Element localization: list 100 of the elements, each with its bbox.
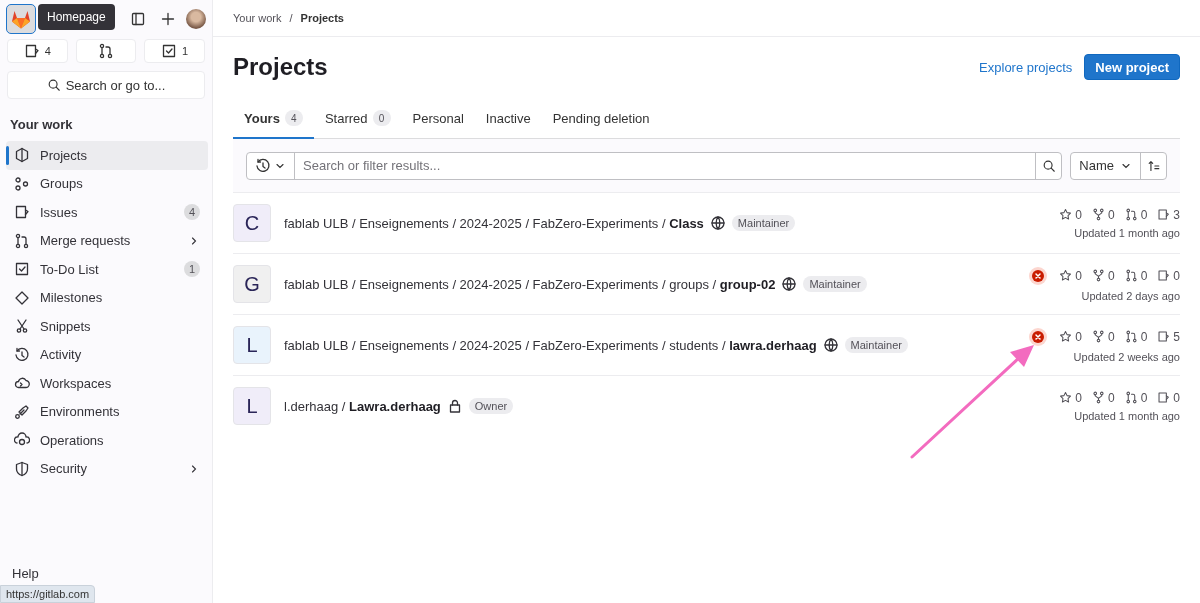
document-icon bbox=[14, 204, 30, 221]
search-icon bbox=[46, 78, 61, 92]
explore-link[interactable]: Explore projects bbox=[979, 59, 1073, 75]
merge-icon bbox=[14, 232, 30, 249]
role-badge: Maintainer bbox=[731, 215, 796, 231]
globe-icon bbox=[822, 337, 839, 353]
circles-icon bbox=[14, 175, 30, 192]
role-badge: Owner bbox=[468, 398, 514, 414]
tooltip: Homepage bbox=[38, 4, 115, 30]
breadcrumb-link[interactable]: Projects bbox=[300, 12, 344, 24]
shield-icon bbox=[14, 460, 30, 477]
stat-count[interactable]: 0 bbox=[1091, 268, 1115, 283]
tab[interactable]: Personal bbox=[401, 99, 475, 139]
globe-icon bbox=[781, 276, 798, 292]
logo-button[interactable] bbox=[6, 4, 36, 34]
pipeline-failed-icon[interactable] bbox=[1029, 266, 1048, 285]
nav-item[interactable]: Issues 4 bbox=[6, 198, 208, 227]
history-icon bbox=[14, 346, 30, 363]
count-badge: 1 bbox=[184, 261, 200, 278]
nav-item[interactable]: Workspaces bbox=[6, 369, 208, 398]
globe-icon bbox=[709, 215, 726, 231]
counter-button[interactable] bbox=[75, 39, 137, 63]
nav-item[interactable]: To-Do List 1 bbox=[6, 255, 208, 284]
stat-count[interactable]: 0 bbox=[1124, 390, 1148, 405]
stat-count[interactable]: 0 bbox=[1091, 329, 1115, 344]
fork-icon bbox=[1091, 330, 1105, 343]
section-title: Your work bbox=[9, 116, 74, 134]
updated-time: Updated 1 month ago bbox=[1074, 226, 1180, 239]
project-avatar[interactable]: C bbox=[233, 204, 271, 242]
document-icon bbox=[1157, 330, 1171, 343]
nav-item[interactable]: Projects bbox=[6, 141, 208, 170]
diamond-icon bbox=[14, 289, 30, 306]
merge-icon bbox=[98, 43, 114, 59]
history-icon bbox=[255, 157, 271, 174]
nav-item[interactable]: Snippets bbox=[6, 312, 208, 341]
tab[interactable]: Pending deletion bbox=[541, 99, 661, 139]
star-icon bbox=[1059, 269, 1073, 282]
checkbox-icon bbox=[161, 43, 178, 59]
nav-item[interactable]: Operations bbox=[6, 426, 208, 455]
role-badge: Maintainer bbox=[803, 276, 867, 292]
breadcrumb-link[interactable]: Your work bbox=[233, 12, 282, 24]
stat-count[interactable]: 0 bbox=[1059, 268, 1082, 283]
tab[interactable]: Inactive bbox=[474, 99, 542, 139]
stat-count[interactable]: 0 bbox=[1157, 268, 1180, 283]
search-button[interactable]: Search or go to... bbox=[7, 71, 205, 99]
merge-icon bbox=[1124, 330, 1138, 343]
project-avatar[interactable]: L bbox=[233, 387, 271, 425]
nav-item[interactable]: Environments bbox=[6, 397, 208, 426]
sort-ascending-icon bbox=[1146, 158, 1161, 173]
filter-input[interactable]: Search or filter results... bbox=[295, 152, 1036, 179]
help-link[interactable]: Help bbox=[12, 566, 39, 581]
nav-item[interactable]: Merge requests bbox=[6, 226, 208, 255]
stat-count[interactable]: 0 bbox=[1124, 268, 1148, 283]
fox-logo-icon bbox=[11, 9, 31, 29]
count-badge: 4 bbox=[284, 110, 303, 126]
merge-icon bbox=[1124, 269, 1138, 282]
nav-item[interactable]: Activity bbox=[6, 340, 208, 369]
stat-count[interactable]: 0 bbox=[1059, 390, 1082, 405]
project-link[interactable]: fablab ULB / Enseignements / 2024-2025 / FabZero-Experiments / students / lawra.derhaag bbox=[284, 337, 817, 353]
checkbox-icon bbox=[14, 261, 30, 278]
role-badge: Maintainer bbox=[844, 337, 908, 353]
project-avatar[interactable]: L bbox=[233, 326, 271, 364]
new-project-button[interactable]: New project bbox=[1084, 54, 1180, 80]
panel-icon bbox=[130, 11, 146, 27]
stat-count[interactable]: 0 bbox=[1059, 207, 1082, 222]
stat-count[interactable]: 3 bbox=[1157, 207, 1180, 222]
stat-count[interactable]: 0 bbox=[1059, 329, 1082, 344]
document-icon bbox=[23, 43, 40, 59]
counter-button[interactable]: 4 bbox=[7, 39, 68, 63]
updated-time: Updated 1 month ago bbox=[1074, 409, 1180, 422]
updated-time: Updated 2 weeks ago bbox=[1073, 350, 1180, 363]
tab[interactable]: Starred 0 bbox=[313, 99, 402, 139]
plus-icon bbox=[160, 11, 176, 27]
scissors-icon bbox=[14, 318, 30, 335]
pipeline-failed-icon[interactable] bbox=[1029, 327, 1048, 346]
star-icon bbox=[1059, 330, 1073, 343]
fork-icon bbox=[1091, 391, 1105, 404]
stat-count[interactable]: 0 bbox=[1091, 390, 1115, 405]
filter-field[interactable]: Search or filter results... bbox=[246, 151, 1063, 180]
stat-count[interactable]: 0 bbox=[1124, 207, 1148, 222]
project-link[interactable]: l.derhaag / Lawra.derhaag bbox=[284, 398, 441, 414]
stat-count[interactable]: 5 bbox=[1157, 329, 1180, 344]
counter-button[interactable]: 1 bbox=[144, 39, 205, 63]
user-avatar[interactable] bbox=[186, 9, 206, 29]
stat-count[interactable]: 0 bbox=[1124, 329, 1148, 344]
nav-item[interactable]: Security bbox=[6, 454, 208, 483]
project-link[interactable]: fablab ULB / Enseignements / 2024-2025 / FabZero-Experiments / groups / group-02 bbox=[284, 276, 776, 292]
nav-item[interactable]: Groups bbox=[6, 169, 208, 198]
merge-icon bbox=[1124, 391, 1138, 404]
search-icon bbox=[1041, 158, 1056, 173]
merge-icon bbox=[1124, 208, 1138, 221]
project-avatar[interactable]: G bbox=[233, 265, 271, 303]
status-url: https://gitlab.com bbox=[0, 585, 96, 603]
hexagon-icon bbox=[14, 147, 30, 164]
document-icon bbox=[1157, 391, 1171, 404]
count-badge: 4 bbox=[184, 204, 200, 221]
project-link[interactable]: fablab ULB / Enseignements / 2024-2025 / FabZero-Experiments / Class bbox=[284, 215, 704, 231]
nav-item[interactable]: Milestones bbox=[6, 283, 208, 312]
stat-count[interactable]: 0 bbox=[1157, 390, 1180, 405]
stat-count[interactable]: 0 bbox=[1091, 207, 1115, 222]
